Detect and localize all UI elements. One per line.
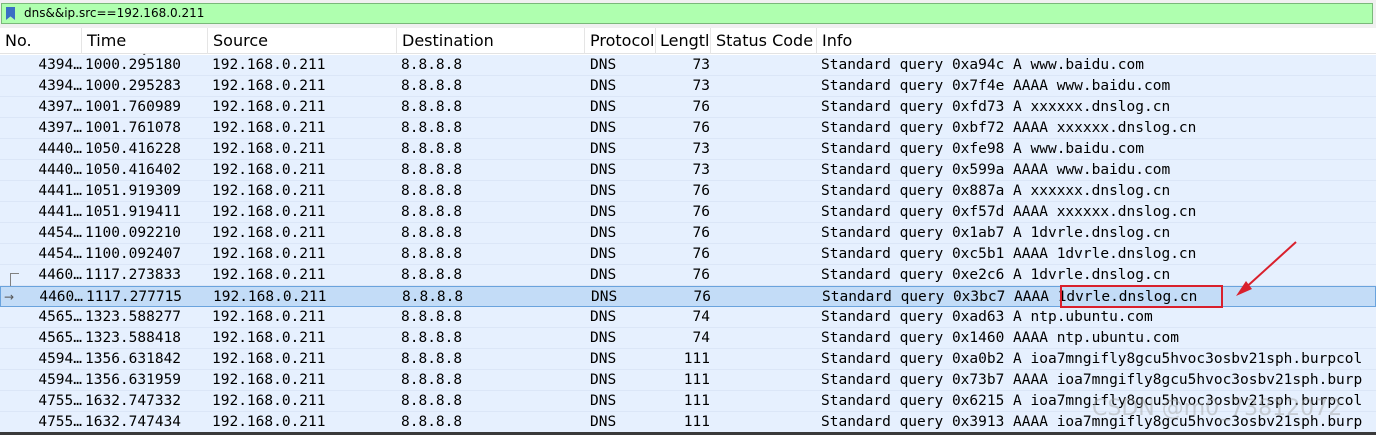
watermark: CSDN @m0_73812072 xyxy=(1092,396,1343,421)
annotation-arrow xyxy=(1236,241,1297,296)
